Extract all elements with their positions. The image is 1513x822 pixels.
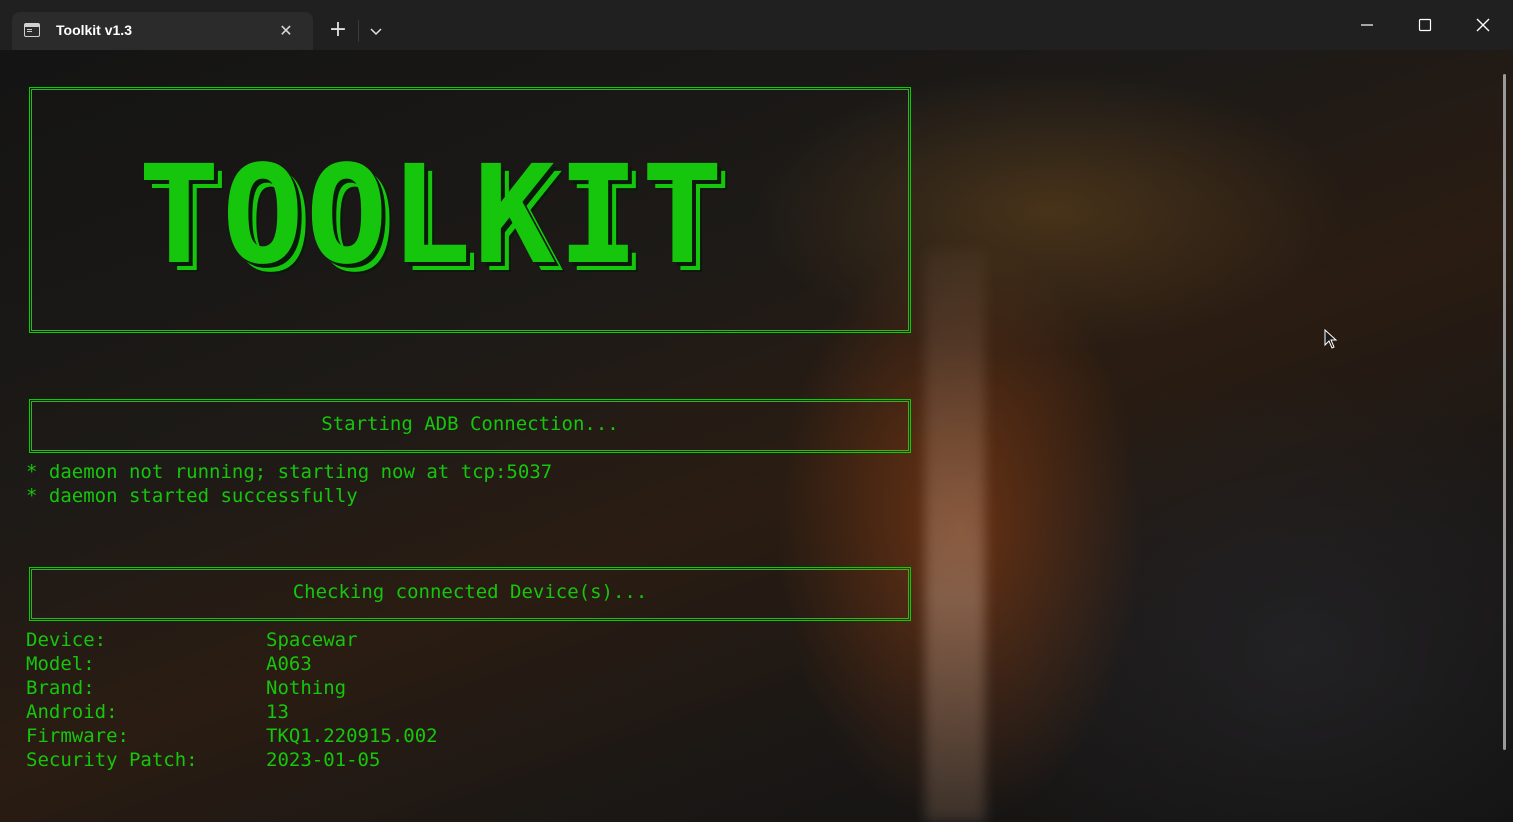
info-value: Spacewar xyxy=(266,629,358,651)
info-value: TKQ1.220915.002 xyxy=(266,725,438,747)
adb-header-box: Starting ADB Connection... xyxy=(29,399,911,453)
close-icon xyxy=(1476,18,1490,32)
chevron-down-icon xyxy=(370,28,382,36)
terminal-icon xyxy=(24,23,40,37)
adb-output-line: * daemon not running; starting now at tc… xyxy=(26,461,553,483)
maximize-icon xyxy=(1418,18,1432,32)
info-value: 13 xyxy=(266,701,289,723)
maximize-button[interactable] xyxy=(1396,0,1454,50)
banner-logo: TOOLKIT xyxy=(138,137,726,295)
info-label: Security Patch: xyxy=(26,749,198,771)
tab-close-icon[interactable]: ✕ xyxy=(276,18,296,44)
device-info-row: Model: A063 xyxy=(26,652,726,676)
device-info-row: Device: Spacewar xyxy=(26,628,726,652)
minimize-icon xyxy=(1361,24,1373,26)
title-bar[interactable]: Toolkit v1.3 ✕ + xyxy=(0,0,1513,50)
tab-toolkit[interactable]: Toolkit v1.3 ✕ xyxy=(12,12,313,50)
info-value: A063 xyxy=(266,653,312,675)
info-label: Brand: xyxy=(26,677,95,699)
background-light-beam xyxy=(925,250,985,822)
new-tab-button[interactable]: + xyxy=(324,16,352,46)
mouse-pointer-icon xyxy=(1324,328,1338,353)
minimize-button[interactable] xyxy=(1338,0,1396,50)
device-header: Checking connected Device(s)... xyxy=(292,581,648,603)
tab-dropdown-button[interactable] xyxy=(362,18,390,46)
info-label: Device: xyxy=(26,629,107,651)
device-info-row: Brand: Nothing xyxy=(26,676,726,700)
device-info-row: Security Patch: 2023-01-05 xyxy=(26,748,726,772)
info-value: Nothing xyxy=(266,677,347,699)
adb-output-line: * daemon started successfully xyxy=(26,485,358,507)
device-info-row: Firmware: TKQ1.220915.002 xyxy=(26,724,726,748)
info-label: Firmware: xyxy=(26,725,129,747)
terminal-content[interactable]: TOOLKIT Starting ADB Connection... * dae… xyxy=(0,50,1513,822)
adb-header: Starting ADB Connection... xyxy=(321,413,619,435)
device-header-box: Checking connected Device(s)... xyxy=(29,567,911,621)
info-label: Model: xyxy=(26,653,95,675)
tab-separator xyxy=(358,20,359,42)
info-label: Android: xyxy=(26,701,118,723)
toolkit-banner: TOOLKIT xyxy=(29,87,911,333)
close-window-button[interactable] xyxy=(1454,0,1512,50)
tab-title: Toolkit v1.3 xyxy=(56,22,132,38)
terminal-window: Toolkit v1.3 ✕ + TOOLKIT Starting ADB Co… xyxy=(0,0,1513,822)
info-value: 2023-01-05 xyxy=(266,749,381,771)
scrollbar[interactable] xyxy=(1503,74,1506,750)
device-info-row: Android: 13 xyxy=(26,700,726,724)
